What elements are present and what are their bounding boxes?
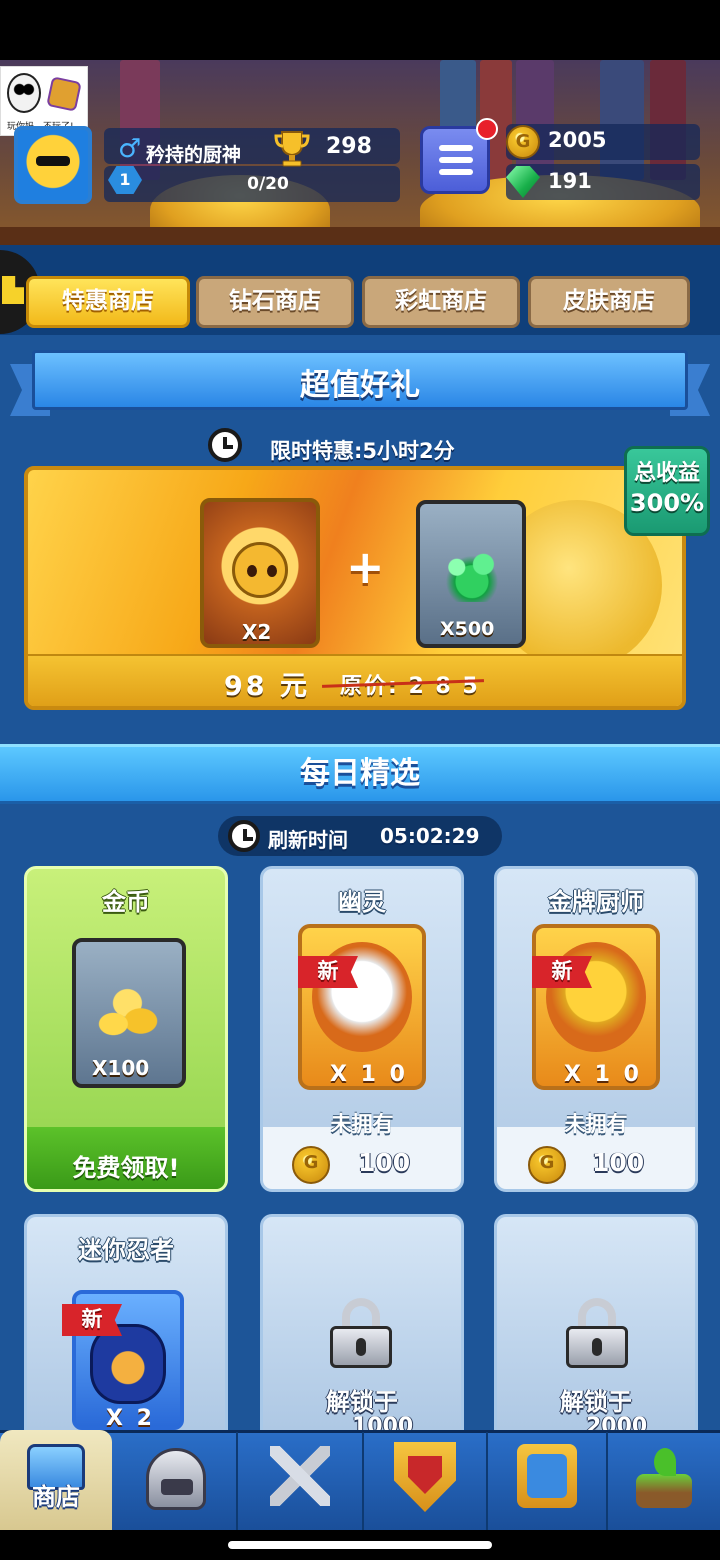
refresh-label: 刷新时间	[268, 828, 348, 852]
offer-price: 98 元	[224, 671, 310, 702]
item-title-ninja: 迷你忍者	[78, 1236, 174, 1264]
gender-male-icon: ♂	[118, 134, 142, 164]
coin-balance: 2005	[548, 128, 607, 152]
badge-label: 总收益	[633, 461, 700, 486]
player-name: 矜持的厨神	[146, 144, 242, 166]
panda-face-icon	[7, 73, 41, 113]
new-tag: 新	[62, 1304, 122, 1336]
item-title-chef: 金牌厨师	[548, 888, 644, 916]
item-status-chef: 未拥有	[564, 1112, 628, 1136]
nav-shop[interactable]: 商店	[0, 1430, 112, 1530]
gem-quantity: X500	[440, 618, 495, 640]
nav-social[interactable]	[488, 1430, 606, 1530]
item-qty-ninja: X 2	[106, 1406, 155, 1431]
free-claim-button[interactable]: 免费领取!	[24, 1148, 228, 1183]
tab-diamond-shop[interactable]: 钻石商店	[196, 276, 354, 328]
unlock-label-1: 解锁于	[326, 1388, 398, 1416]
item-title-ghost: 幽灵	[338, 888, 386, 916]
trophy-count: 298	[326, 134, 372, 159]
notification-dot	[476, 118, 498, 140]
unlock-label-2: 解锁于	[560, 1388, 632, 1416]
item-price-ghost: 100	[358, 1148, 411, 1177]
daily-picks-header: 每日精选	[0, 744, 720, 804]
plus-sign: +	[346, 540, 385, 594]
home-indicator[interactable]	[228, 1541, 492, 1549]
helmet-icon	[146, 1448, 206, 1510]
lock-icon	[566, 1298, 628, 1368]
tab-skin-shop[interactable]: 皮肤商店	[528, 276, 690, 328]
game-shop-screen: 玩你妈，不玩了! ♂ 矜持的厨神 1 0/20 298 2005 191 特惠商…	[0, 0, 720, 1560]
game-logo-icon	[46, 76, 82, 112]
new-tag: 新	[532, 956, 592, 988]
shield-icon	[394, 1442, 456, 1512]
swords-icon	[270, 1446, 330, 1506]
coin-icon	[506, 125, 540, 159]
player-avatar[interactable]	[14, 126, 92, 204]
coin-icon	[292, 1146, 330, 1184]
refresh-time: 05:02:29	[380, 824, 480, 848]
hero-quantity: X2	[242, 620, 272, 644]
item-qty-chef: X 1 0	[564, 1062, 642, 1087]
offer-timer: 限时特惠:5小时2分	[270, 439, 455, 463]
coin-icon	[528, 1146, 566, 1184]
tab-rainbow-shop[interactable]: 彩虹商店	[362, 276, 520, 328]
nav-battle[interactable]	[238, 1430, 362, 1530]
trophy-icon	[274, 131, 310, 167]
offer-section-title: 超值好礼	[300, 368, 420, 403]
status-bar	[0, 0, 720, 60]
gem-balance: 191	[548, 169, 592, 193]
badge-percent: 300%	[629, 489, 705, 517]
new-tag: 新	[298, 956, 358, 988]
item-price-chef: 100	[592, 1148, 645, 1177]
item-qty-coins: X100	[92, 1056, 150, 1080]
clock-icon	[228, 820, 260, 852]
xp-progress-text: 0/20	[247, 174, 289, 194]
nav-clan[interactable]	[364, 1430, 486, 1530]
island-icon	[632, 1444, 696, 1510]
item-title-coins: 金币	[102, 888, 150, 916]
nav-shop-label: 商店	[32, 1483, 80, 1511]
nav-heroes[interactable]	[116, 1430, 236, 1530]
item-qty-ghost: X 1 0	[330, 1062, 408, 1087]
item-status-ghost: 未拥有	[330, 1112, 394, 1136]
lock-icon	[330, 1298, 392, 1368]
clock-icon	[208, 428, 242, 462]
tab-special-shop[interactable]: 特惠商店	[26, 276, 190, 328]
total-return-badge: 总收益 300%	[624, 446, 710, 536]
nav-island[interactable]	[608, 1430, 720, 1530]
team-icon	[517, 1444, 577, 1508]
